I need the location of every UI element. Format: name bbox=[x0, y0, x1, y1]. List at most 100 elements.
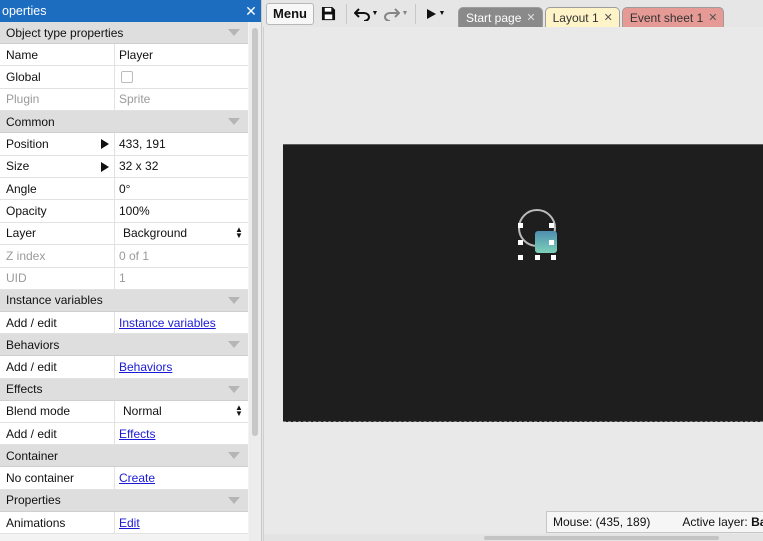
property-key: Angle bbox=[0, 177, 115, 200]
blend-mode-value: Normal bbox=[123, 404, 162, 419]
collapse-icon[interactable] bbox=[228, 29, 240, 36]
property-row-animations: Animations Edit bbox=[0, 511, 248, 535]
play-icon[interactable]: ▼ bbox=[420, 3, 450, 25]
property-row-angle[interactable]: Angle 0° bbox=[0, 177, 248, 201]
expand-arrow-icon[interactable] bbox=[101, 161, 109, 172]
resize-handle[interactable] bbox=[549, 223, 554, 228]
property-row-global[interactable]: Global bbox=[0, 66, 248, 89]
collapse-icon[interactable] bbox=[228, 385, 240, 393]
updown-icon: ▲ ▼ bbox=[235, 403, 243, 419]
collapse-icon[interactable] bbox=[228, 496, 240, 504]
instance-variables-link[interactable]: Instance variables bbox=[119, 316, 216, 330]
section-object-type[interactable]: Object type properties bbox=[0, 22, 248, 44]
property-key: UID bbox=[0, 267, 115, 289]
property-key: Add / edit bbox=[0, 311, 115, 334]
global-checkbox[interactable] bbox=[121, 71, 133, 84]
property-row-blend-mode[interactable]: Blend mode Normal ▲ ▼ bbox=[0, 400, 248, 424]
section-label: Properties bbox=[6, 493, 61, 508]
name-value[interactable]: Player bbox=[115, 44, 248, 65]
section-label: Common bbox=[6, 114, 55, 129]
properties-panel: operties ✕ Object type properties Name P… bbox=[0, 0, 262, 541]
property-key: Z index bbox=[0, 245, 115, 267]
toolbar-divider bbox=[346, 3, 347, 24]
document-tabs: Start page ✕ Layout 1 ✕ Event sheet 1 ✕ bbox=[458, 0, 726, 27]
property-row-position[interactable]: Position 433, 191 bbox=[0, 133, 248, 156]
horizontal-scrollbar[interactable] bbox=[264, 534, 763, 541]
main-toolbar: Menu ▼ ▼ ▼ Start page ✕ Layout 1 ✕ Event s… bbox=[263, 0, 763, 27]
zindex-value: 0 of 1 bbox=[119, 248, 150, 263]
position-value[interactable]: 433, 191 bbox=[115, 133, 248, 154]
mouse-position: Mouse: (435, 189) bbox=[553, 515, 651, 529]
property-key: Add / edit bbox=[0, 423, 115, 445]
tab-event-sheet-1[interactable]: Event sheet 1 ✕ bbox=[621, 7, 725, 27]
section-properties[interactable]: Properties bbox=[0, 489, 248, 512]
section-effects[interactable]: Effects bbox=[0, 378, 248, 401]
redo-icon[interactable]: ▼ bbox=[381, 3, 411, 25]
tab-start-page[interactable]: Start page ✕ bbox=[458, 7, 543, 27]
section-container[interactable]: Container bbox=[0, 445, 248, 468]
property-row-layer[interactable]: Layer Background ▲ ▼ bbox=[0, 222, 248, 246]
close-tab-icon[interactable]: ✕ bbox=[708, 11, 717, 24]
layout-view[interactable]: Mouse: (435, 189) Active layer: Bac bbox=[263, 27, 763, 541]
opacity-value[interactable]: 100% bbox=[115, 200, 248, 221]
property-row-size[interactable]: Size 32 x 32 bbox=[0, 155, 248, 178]
layer-value: Background bbox=[123, 226, 188, 241]
property-row-behaviors: Add / edit Behaviors bbox=[0, 356, 248, 379]
property-key: Size bbox=[6, 159, 30, 174]
close-icon[interactable]: ✕ bbox=[241, 3, 261, 20]
status-bar: Mouse: (435, 189) Active layer: Bac bbox=[546, 511, 763, 533]
scrollbar-thumb[interactable] bbox=[252, 28, 258, 436]
resize-handle[interactable] bbox=[535, 255, 540, 260]
scrollbar-thumb[interactable] bbox=[484, 536, 719, 540]
collapse-icon[interactable] bbox=[228, 452, 240, 460]
tab-label: Start page bbox=[466, 10, 522, 25]
property-row-zindex: Z index 0 of 1 bbox=[0, 245, 248, 268]
size-value[interactable]: 32 x 32 bbox=[115, 156, 248, 177]
resize-handle[interactable] bbox=[518, 240, 523, 245]
property-key: Animations bbox=[0, 511, 115, 534]
updown-icon: ▲ ▼ bbox=[235, 225, 243, 241]
active-layer-value: Bac bbox=[751, 515, 763, 529]
resize-handle[interactable] bbox=[518, 223, 523, 228]
resize-handle[interactable] bbox=[549, 240, 554, 245]
layout-canvas[interactable] bbox=[283, 144, 763, 422]
resize-handle[interactable] bbox=[518, 255, 523, 260]
layer-select[interactable]: Background ▲ ▼ bbox=[119, 225, 248, 241]
collapse-icon[interactable] bbox=[228, 296, 240, 304]
property-grid: Object type properties Name Player Globa… bbox=[0, 22, 248, 535]
property-row-name[interactable]: Name Player bbox=[0, 44, 248, 67]
expand-arrow-icon[interactable] bbox=[101, 139, 109, 150]
edit-animations-link[interactable]: Edit bbox=[119, 516, 140, 530]
property-key: Plugin bbox=[0, 88, 115, 111]
collapse-icon[interactable] bbox=[228, 341, 240, 349]
property-key: Opacity bbox=[0, 200, 115, 222]
resize-handle[interactable] bbox=[551, 255, 556, 260]
property-key: Global bbox=[0, 66, 115, 88]
section-label: Instance variables bbox=[6, 293, 103, 308]
section-behaviors[interactable]: Behaviors bbox=[0, 334, 248, 357]
active-layer-label: Active layer: bbox=[682, 515, 748, 529]
angle-value[interactable]: 0° bbox=[115, 178, 248, 199]
close-tab-icon[interactable]: ✕ bbox=[604, 11, 613, 24]
effects-link[interactable]: Effects bbox=[119, 427, 155, 441]
section-instance-variables[interactable]: Instance variables bbox=[0, 289, 248, 312]
close-tab-icon[interactable]: ✕ bbox=[526, 11, 535, 24]
plugin-value: Sprite bbox=[119, 92, 151, 107]
collapse-icon[interactable] bbox=[228, 118, 240, 126]
property-row-opacity[interactable]: Opacity 100% bbox=[0, 200, 248, 223]
tab-layout-1[interactable]: Layout 1 ✕ bbox=[544, 7, 620, 27]
section-common[interactable]: Common bbox=[0, 111, 248, 134]
undo-icon[interactable]: ▼ bbox=[351, 3, 381, 25]
behaviors-link[interactable]: Behaviors bbox=[119, 360, 172, 374]
save-icon[interactable] bbox=[314, 3, 342, 25]
create-container-link[interactable]: Create bbox=[119, 471, 155, 485]
menu-button[interactable]: Menu bbox=[266, 2, 314, 25]
properties-scrollbar[interactable] bbox=[249, 22, 261, 541]
section-label: Object type properties bbox=[6, 25, 124, 40]
blend-mode-select[interactable]: Normal ▲ ▼ bbox=[119, 403, 248, 419]
property-key: No container bbox=[0, 467, 115, 489]
property-row-container: No container Create bbox=[0, 467, 248, 490]
property-key: Add / edit bbox=[0, 356, 115, 378]
toolbar-divider bbox=[415, 3, 416, 24]
section-label: Behaviors bbox=[6, 337, 60, 352]
